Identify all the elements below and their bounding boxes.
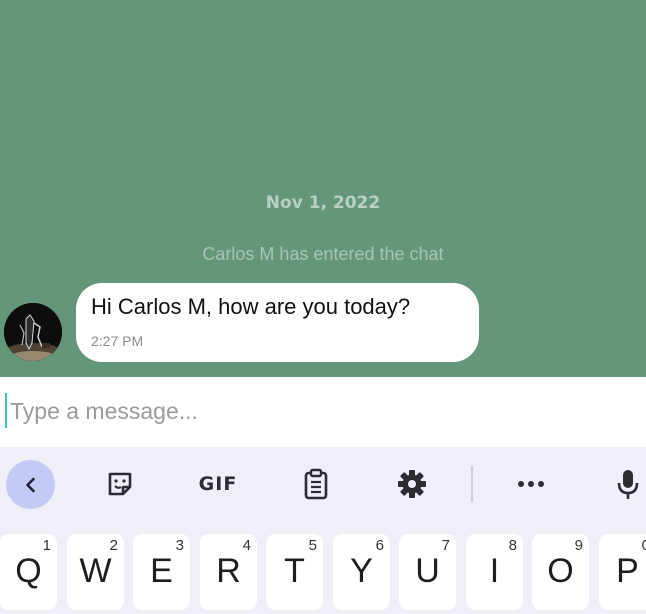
key-label: Y: [350, 552, 373, 590]
clipboard-button[interactable]: [294, 460, 338, 508]
key-label: P: [616, 552, 639, 590]
message-time: 2:27 PM: [91, 333, 144, 349]
voice-input-button[interactable]: [606, 460, 646, 508]
key-label: I: [489, 552, 500, 590]
chevron-left-icon: [25, 477, 35, 492]
clipboard-icon: [304, 468, 328, 500]
key-w[interactable]: 2W: [67, 534, 124, 610]
gif-button[interactable]: GIF: [190, 460, 246, 508]
keyboard-back-button[interactable]: [6, 460, 55, 509]
message-bubble[interactable]: Hi Carlos M, how are you today? 2:27 PM: [76, 283, 479, 362]
system-message: Carlos M has entered the chat: [202, 244, 444, 264]
key-label: T: [284, 552, 305, 590]
key-label: R: [216, 552, 241, 590]
avatar[interactable]: [4, 303, 62, 361]
key-q[interactable]: 1Q: [0, 534, 57, 610]
key-i[interactable]: 8I: [466, 534, 523, 610]
gear-icon: [398, 470, 426, 498]
key-o[interactable]: 9O: [532, 534, 589, 610]
settings-button[interactable]: [390, 460, 434, 508]
key-e[interactable]: 3E: [133, 534, 190, 610]
message-composer: [0, 377, 646, 447]
gif-label: GIF: [198, 473, 238, 495]
key-label: E: [150, 552, 173, 590]
text-caret: [5, 393, 7, 428]
chat-area: Nov 1, 2022 Carlos M has entered the cha…: [0, 0, 646, 377]
message-text: Hi Carlos M, how are you today?: [91, 294, 411, 319]
date-separator: Nov 1, 2022: [265, 193, 381, 213]
key-label: Q: [15, 552, 42, 590]
key-p[interactable]: 0P: [599, 534, 646, 610]
message-input[interactable]: [10, 391, 630, 431]
sticker-icon: [108, 472, 132, 496]
key-label: U: [415, 552, 440, 590]
key-y[interactable]: 6Y: [333, 534, 390, 610]
key-u[interactable]: 7U: [399, 534, 456, 610]
key-t[interactable]: 5T: [266, 534, 323, 610]
more-button[interactable]: [508, 460, 554, 508]
key-label: O: [547, 552, 574, 590]
toolbar-divider: [471, 466, 473, 502]
sticker-button[interactable]: [98, 460, 142, 508]
key-label: W: [79, 552, 112, 590]
microphone-icon: [617, 470, 639, 499]
key-r[interactable]: 4R: [200, 534, 257, 610]
keyboard: GIF 1 Q 2 W 3 E 4 R 5 T 6 Y 7 U 8 I 9 O …: [0, 447, 646, 614]
more-icon: [518, 481, 544, 487]
